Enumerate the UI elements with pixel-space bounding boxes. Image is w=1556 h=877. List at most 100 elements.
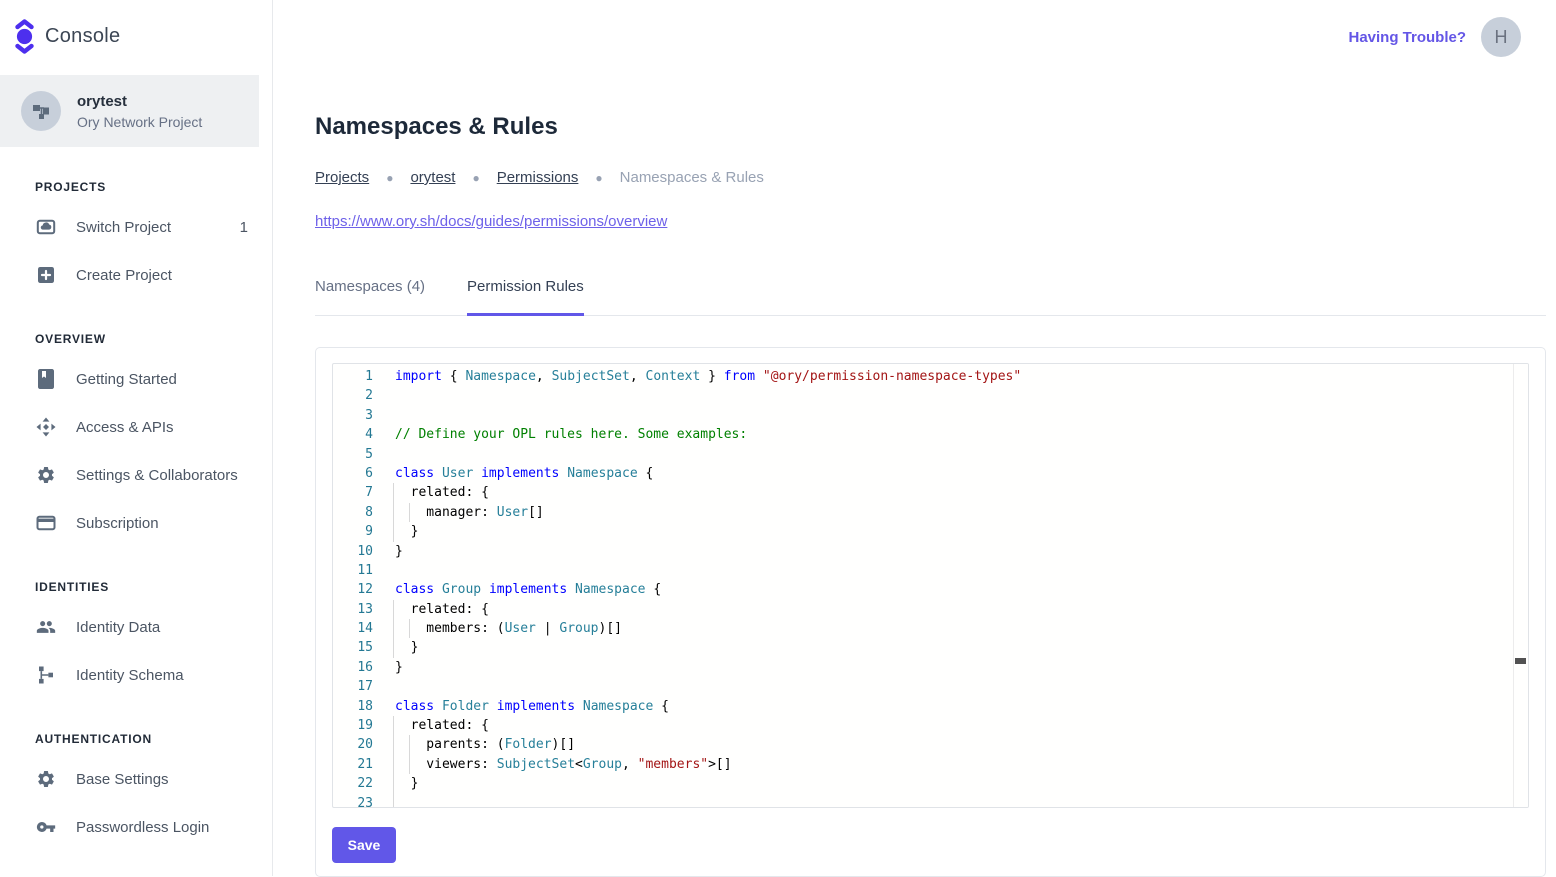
line-number: 21 [333,755,373,774]
editor-overview-ruler[interactable] [1513,364,1528,807]
code-line[interactable]: 9 } [333,522,1528,541]
sidebar-item-label: Identity Schema [76,667,184,684]
indent-guide [393,600,394,619]
permission-rules-card: 1 import { Namespace, SubjectSet, Context… [315,347,1546,877]
breadcrumb-separator: ● [386,171,393,185]
line-number: 10 [333,542,373,561]
code-line[interactable]: 1 import { Namespace, SubjectSet, Context… [333,367,1528,386]
sidebar-item-base-settings[interactable]: Base Settings [0,755,272,803]
indent-guide [393,755,394,774]
code-editor[interactable]: 1 import { Namespace, SubjectSet, Context… [332,363,1529,808]
sidebar-item-getting-started[interactable]: Getting Started [0,355,272,403]
code-line[interactable]: 13 related: { [333,600,1528,619]
sidebar-item-label: Base Settings [76,771,169,788]
breadcrumb-projects[interactable]: Projects [315,169,369,186]
create-project-icon [36,265,56,285]
tab-permission-rules[interactable]: Permission Rules [467,278,584,316]
code-line[interactable]: 12 class Group implements Namespace { [333,580,1528,599]
sidebar-item-label: Getting Started [76,371,177,388]
line-number: 9 [333,522,373,541]
code-text: import { Namespace, SubjectSet, Context … [395,369,1021,384]
user-avatar[interactable]: H [1481,17,1521,57]
project-selector[interactable]: orytest Ory Network Project [0,75,259,147]
code-line[interactable]: 6 class User implements Namespace { [333,464,1528,483]
indent-guide [393,522,394,541]
indent-guide [409,755,410,774]
sidebar: Console orytest Ory Network Project PROJ… [0,0,273,876]
sidebar-item-settings-collaborators[interactable]: Settings & Collaborators [0,451,272,499]
line-number: 19 [333,716,373,735]
code-text: related: { [395,602,489,617]
project-name: orytest [77,93,202,110]
code-line[interactable]: 17 [333,677,1528,696]
project-count-badge: 1 [240,219,248,236]
top-bar: Having Trouble? H [315,0,1546,74]
sidebar-item-label: Switch Project [76,219,171,236]
sidebar-item-subscription[interactable]: Subscription [0,499,272,547]
line-number: 20 [333,735,373,754]
sidebar-item-identity-schema[interactable]: Identity Schema [0,651,272,699]
code-text: class Group implements Namespace { [395,582,661,597]
schema-icon [36,665,56,685]
code-line[interactable]: 23 [333,794,1528,808]
code-line[interactable]: 18class Folder implements Namespace { [333,697,1528,716]
save-button[interactable]: Save [332,827,396,863]
sidebar-item-identity-data[interactable]: Identity Data [0,603,272,651]
code-line[interactable]: 3 [333,406,1528,425]
sidebar-item-create-project[interactable]: Create Project [0,251,272,299]
line-number: 4 [333,425,373,444]
code-text: } [395,776,418,791]
switch-project-icon [36,217,56,237]
code-line[interactable]: 10} [333,542,1528,561]
breadcrumb-permissions[interactable]: Permissions [497,169,579,186]
code-line[interactable]: 19 related: { [333,716,1528,735]
indent-guide [393,619,394,638]
code-line[interactable]: 14 members: (User | Group)[] [333,619,1528,638]
avatar-initial: H [1495,27,1508,48]
tab-namespaces[interactable]: Namespaces (4) [315,278,425,316]
line-number: 6 [333,464,373,483]
key-icon [36,817,56,837]
sidebar-item-access-apis[interactable]: Access & APIs [0,403,272,451]
code-line[interactable]: 22 } [333,774,1528,793]
code-line[interactable]: 21 viewers: SubjectSet<Group, "members">… [333,755,1528,774]
people-icon [36,617,56,637]
docs-link[interactable]: https://www.ory.sh/docs/guides/permissio… [315,213,667,230]
section-title-overview: OVERVIEW [35,332,272,346]
code-line[interactable]: 11 [333,561,1528,580]
code-line[interactable]: 20 parents: (Folder)[] [333,735,1528,754]
code-line[interactable]: 16} [333,658,1528,677]
breadcrumb-separator: ● [595,171,602,185]
code-line[interactable]: 4// Define your OPL rules here. Some exa… [333,425,1528,444]
sidebar-item-passwordless-login[interactable]: Passwordless Login [0,803,272,851]
sidebar-item-label: Access & APIs [76,419,174,436]
cursor-position-mark [1515,658,1526,664]
sidebar-item-label: Settings & Collaborators [76,467,238,484]
line-number: 12 [333,580,373,599]
sidebar-item-label: Passwordless Login [76,819,209,836]
code-text: class Folder implements Namespace { [395,699,669,714]
breadcrumb: Projects ● orytest ● Permissions ● Names… [315,169,1546,186]
gear-icon [36,465,56,485]
breadcrumb-orytest[interactable]: orytest [410,169,455,186]
code-line[interactable]: 7 related: { [333,483,1528,502]
main-content: Having Trouble? H Namespaces & Rules Pro… [273,0,1556,876]
line-number: 1 [333,367,373,386]
section-title-authentication: AUTHENTICATION [35,732,272,746]
code-line[interactable]: 5 [333,445,1528,464]
code-lines: 1 import { Namespace, SubjectSet, Context… [333,367,1528,808]
section-title-identities: IDENTITIES [35,580,272,594]
line-number: 15 [333,638,373,657]
code-line[interactable]: 8 manager: User[] [333,503,1528,522]
code-line[interactable]: 2 [333,386,1528,405]
ory-logo-icon [14,19,35,54]
code-text: class User implements Namespace { [395,466,653,481]
code-text: related: { [395,718,489,733]
code-text: manager: User[] [395,505,544,520]
line-number: 23 [333,794,373,808]
console-logo[interactable]: Console [0,0,272,60]
sidebar-item-switch-project[interactable]: Switch Project 1 [0,203,272,251]
having-trouble-link[interactable]: Having Trouble? [1348,29,1466,46]
page-title: Namespaces & Rules [315,113,1546,141]
code-line[interactable]: 15 } [333,638,1528,657]
